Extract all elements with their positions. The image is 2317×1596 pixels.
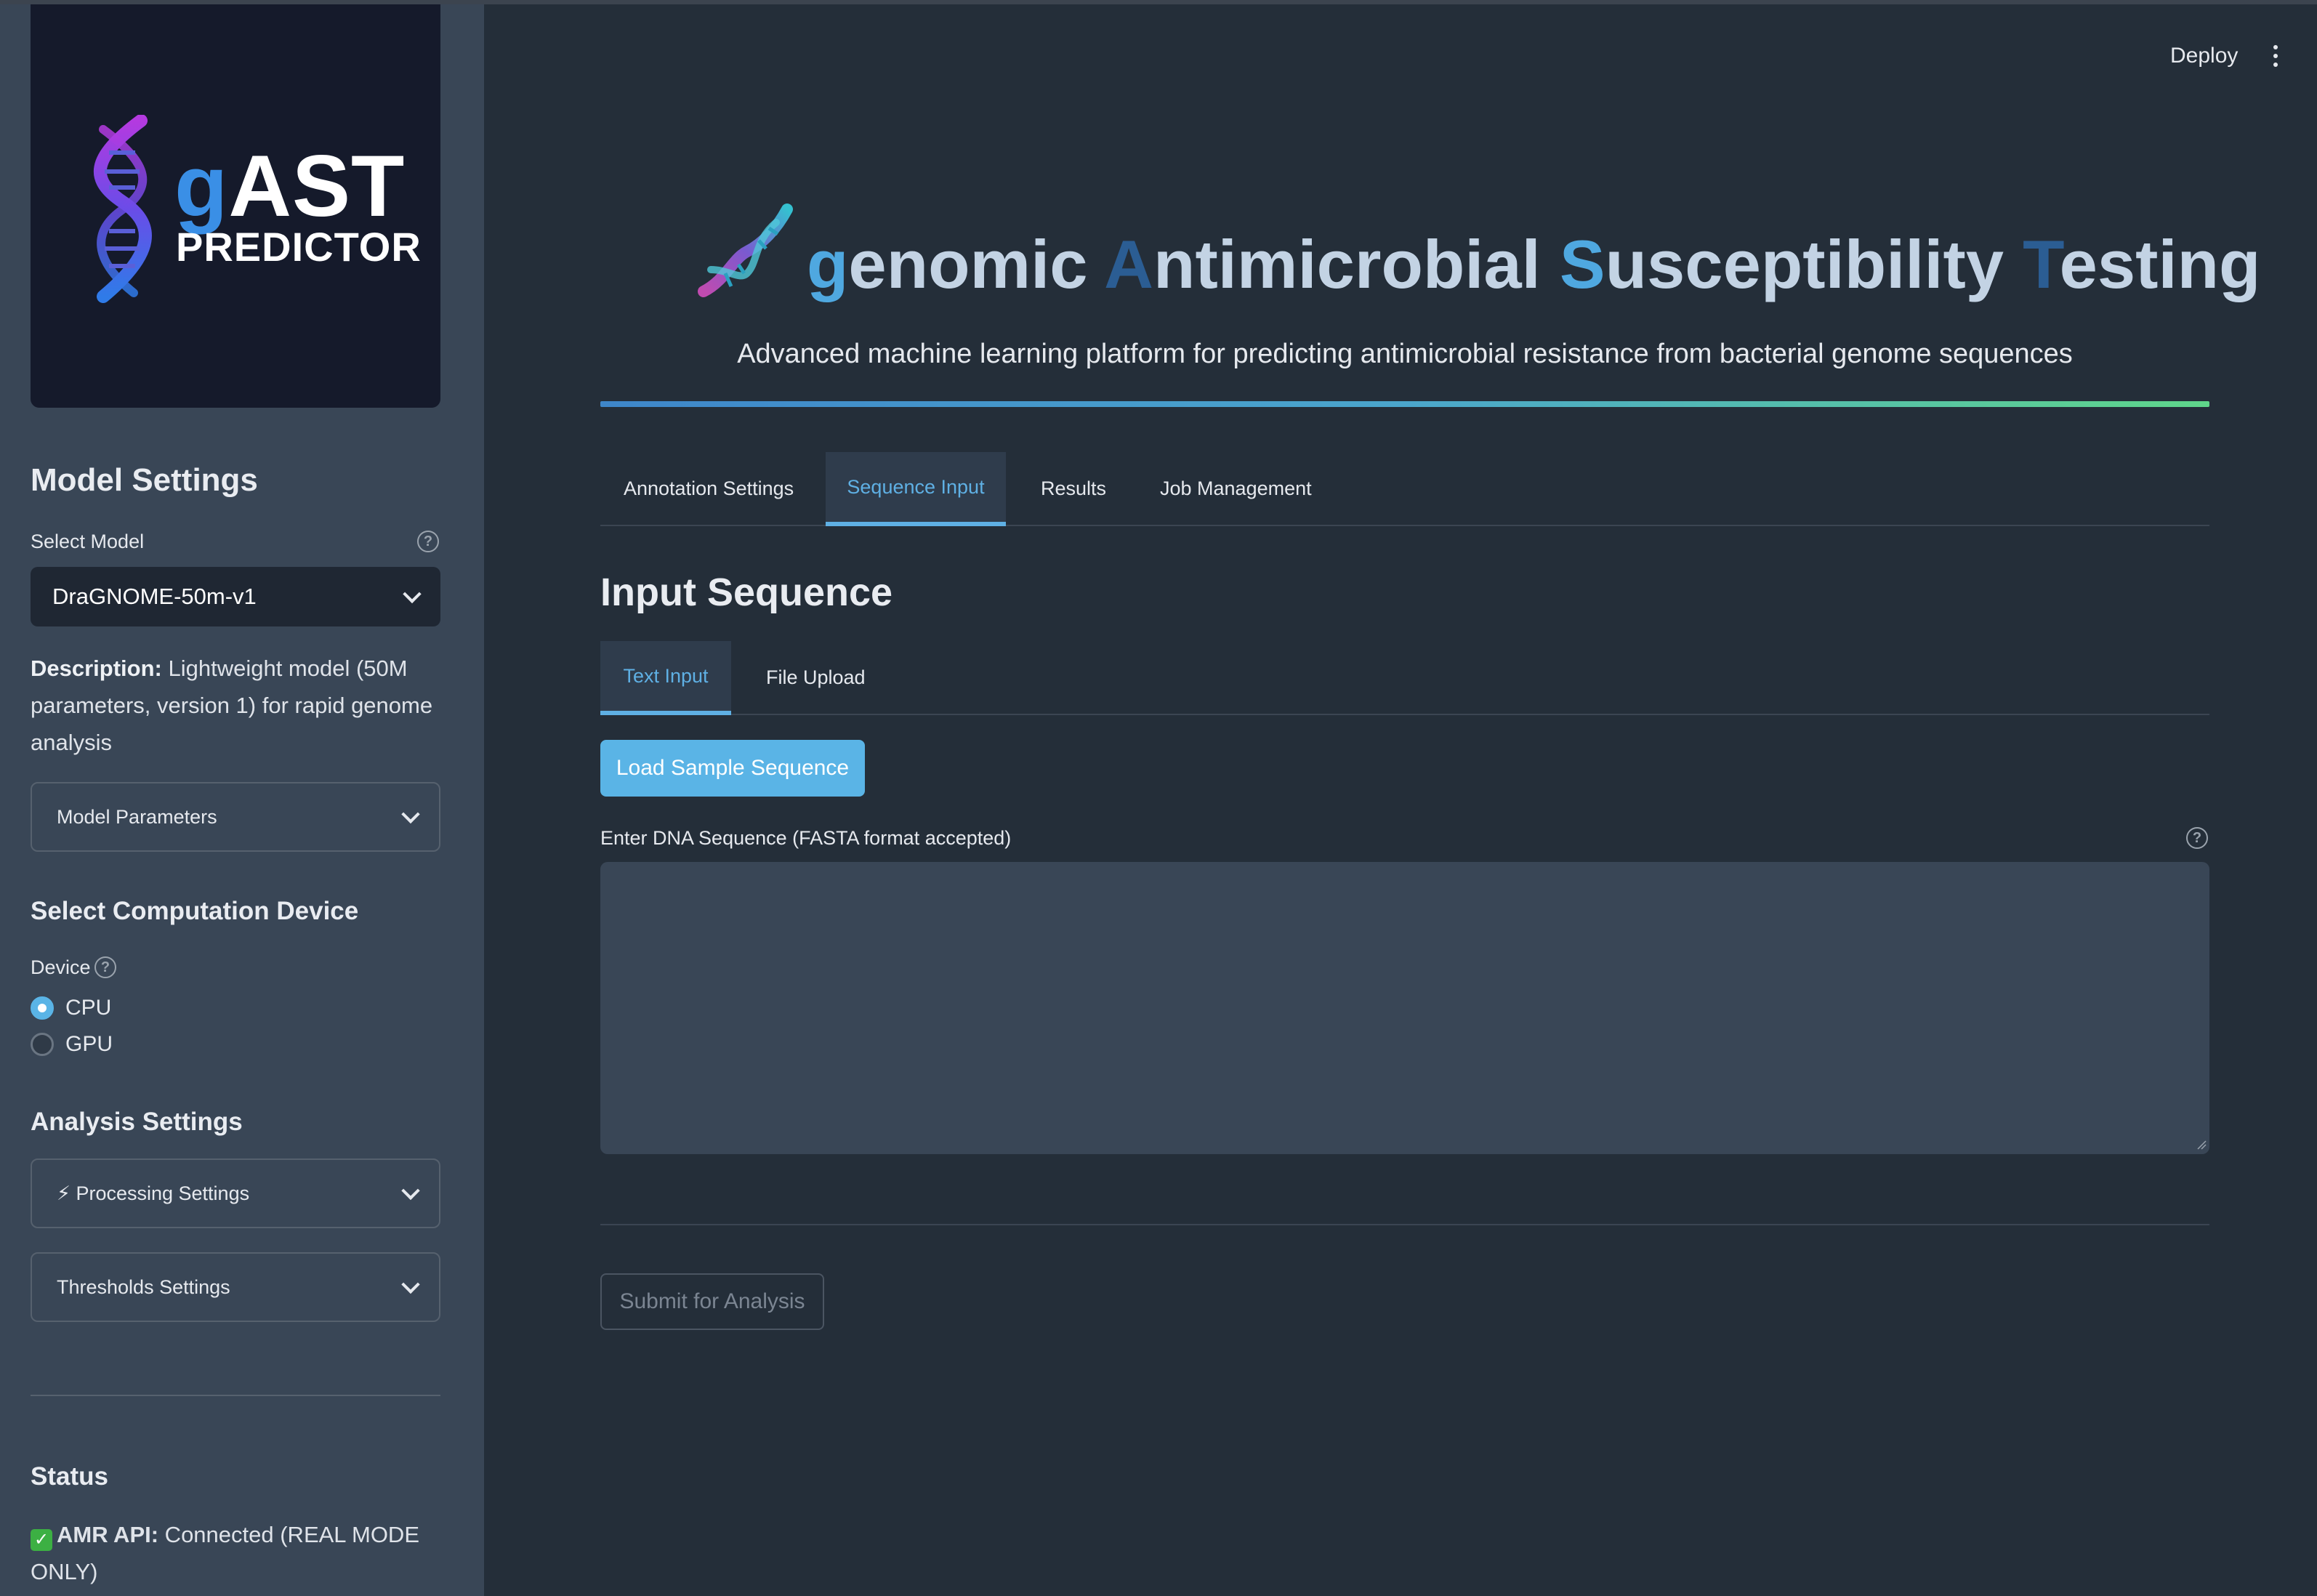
tab-job-management[interactable]: Job Management [1160,452,1334,525]
model-parameters-expander[interactable]: Model Parameters [31,782,440,852]
logo-wordmark: gAST [174,137,406,235]
chevron-down-icon [401,1275,420,1294]
tab-results[interactable]: Results [1041,452,1128,525]
submit-button[interactable]: Submit for Analysis [600,1273,824,1330]
chevron-down-icon [401,1181,420,1201]
help-icon[interactable]: ? [2186,827,2208,849]
radio-label: CPU [65,996,112,1020]
app-logo: gAST PREDICTOR [31,4,440,408]
dna-helix-icon [93,115,152,303]
section-title: Input Sequence [600,571,893,614]
input-tabs: Text Input File Upload [600,641,2209,715]
checkmark-icon: ✓ [31,1529,52,1551]
dna-sequence-input[interactable] [600,862,2209,1154]
device-label: Device [31,956,91,978]
dna-helix-icon [698,203,793,297]
radio-selected-icon [31,996,54,1020]
tab-annotation-settings[interactable]: Annotation Settings [600,452,824,525]
status-heading: Status [31,1462,108,1491]
expander-label: Model Parameters [57,805,217,828]
chevron-down-icon [403,584,422,604]
sidebar-divider [31,1395,440,1396]
device-heading: Select Computation Device [31,897,359,925]
radio-gpu[interactable]: GPU [31,1032,113,1057]
chevron-down-icon [401,805,420,824]
select-model-label: Select Model [31,531,145,552]
radio-unselected-icon [31,1033,54,1056]
kebab-menu-icon[interactable] [2273,45,2279,67]
tab-sequence-input[interactable]: Sequence Input [826,452,1006,526]
radio-label: GPU [65,1032,113,1056]
tab-file-upload[interactable]: File Upload [766,641,882,714]
thresholds-settings-expander[interactable]: Thresholds Settings [31,1252,440,1322]
processing-settings-expander[interactable]: ⚡ Processing Settings [31,1158,440,1228]
expander-label: ⚡ Processing Settings [57,1182,250,1204]
deploy-button[interactable]: Deploy [2170,44,2238,68]
model-select-value: DraGNOME-50m-v1 [52,584,257,609]
help-icon[interactable]: ? [94,956,116,978]
gradient-divider [600,401,2209,407]
analysis-settings-heading: Analysis Settings [31,1108,243,1136]
resize-grip-icon[interactable] [2196,1140,2207,1150]
page-subtitle: Advanced machine learning platform for p… [737,339,2073,369]
help-icon[interactable]: ? [417,531,439,552]
radio-cpu[interactable]: CPU [31,996,111,1020]
tab-text-input[interactable]: Text Input [600,641,731,715]
expander-label: Thresholds Settings [57,1275,230,1298]
model-select[interactable]: DraGNOME-50m-v1 [31,567,440,626]
load-sample-button[interactable]: Load Sample Sequence [600,740,865,797]
main-tabs: Annotation Settings Sequence Input Resul… [600,452,2209,526]
sidebar: gAST PREDICTOR Model Settings Select Mod… [0,4,484,1596]
sequence-input-label: Enter DNA Sequence (FASTA format accepte… [600,827,1012,849]
model-description: Description: Lightweight model (50M para… [31,656,433,755]
api-status: ✓ AMR API: Connected (REAL MODE ONLY) [31,1522,419,1584]
page-title: genomic Antimicrobial Susceptibility Tes… [807,226,2261,302]
model-settings-heading: Model Settings [31,462,258,498]
section-divider [600,1224,2209,1225]
logo-subtitle: PREDICTOR [176,224,422,270]
